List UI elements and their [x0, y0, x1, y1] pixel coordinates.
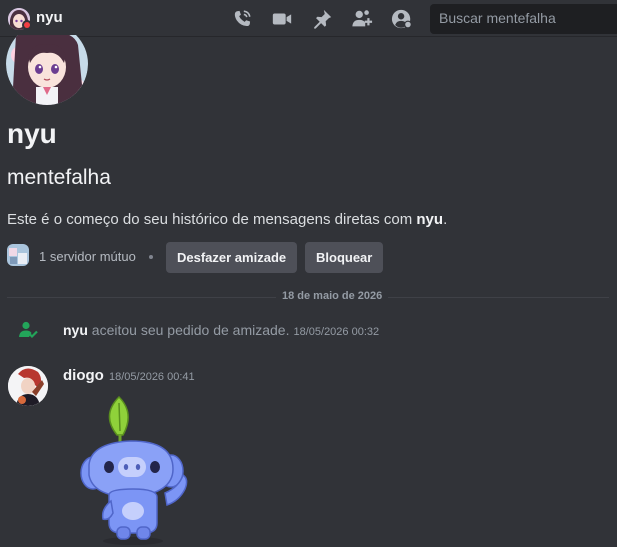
message-timestamp: 18/05/2026 00:41 [109, 371, 195, 383]
profile-display-name: nyu [7, 118, 57, 149]
wumpus-sprout-sticker[interactable] [73, 393, 203, 547]
profile-icon[interactable] [391, 8, 413, 30]
system-message-name[interactable]: nyu [63, 322, 88, 338]
dm-intro-text: Este é o começo do seu histórico de mens… [7, 211, 447, 228]
phone-call-icon[interactable] [231, 8, 253, 30]
system-message-timestamp: 18/05/2026 00:32 [293, 326, 380, 338]
top-bar: nyu Buscar mentefalha [0, 0, 617, 37]
intro-name: nyu [416, 211, 444, 228]
block-button[interactable]: Bloquear [305, 242, 384, 273]
message-author[interactable]: diogo [63, 367, 104, 384]
mutual-server-icon[interactable] [7, 244, 29, 266]
intro-suffix: . [443, 211, 448, 228]
search-placeholder: Buscar mentefalha [439, 10, 556, 26]
profile-username: mentefalha [7, 166, 111, 189]
message-avatar[interactable] [8, 366, 48, 406]
friend-accepted-icon [19, 321, 38, 339]
system-message-text: aceitou seu pedido de amizade. [87, 322, 290, 338]
pin-icon[interactable] [311, 8, 333, 30]
system-message: nyu aceitou seu pedido de amizade. 18/05/… [63, 322, 379, 338]
channel-title: nyu [36, 9, 63, 26]
video-call-icon[interactable] [271, 8, 293, 30]
separator-dot [149, 255, 153, 259]
unfriend-button[interactable]: Desfazer amizade [166, 242, 298, 273]
mutual-servers-link[interactable]: 1 servidor mútuo [39, 249, 136, 264]
date-divider-label: 18 de maio de 2026 [276, 290, 389, 302]
search-input[interactable]: Buscar mentefalha [430, 4, 617, 34]
status-indicator [22, 20, 32, 30]
add-friend-icon[interactable] [351, 8, 373, 30]
profile-avatar[interactable] [6, 35, 88, 105]
intro-prefix: Este é o começo do seu histórico de mens… [7, 211, 417, 228]
